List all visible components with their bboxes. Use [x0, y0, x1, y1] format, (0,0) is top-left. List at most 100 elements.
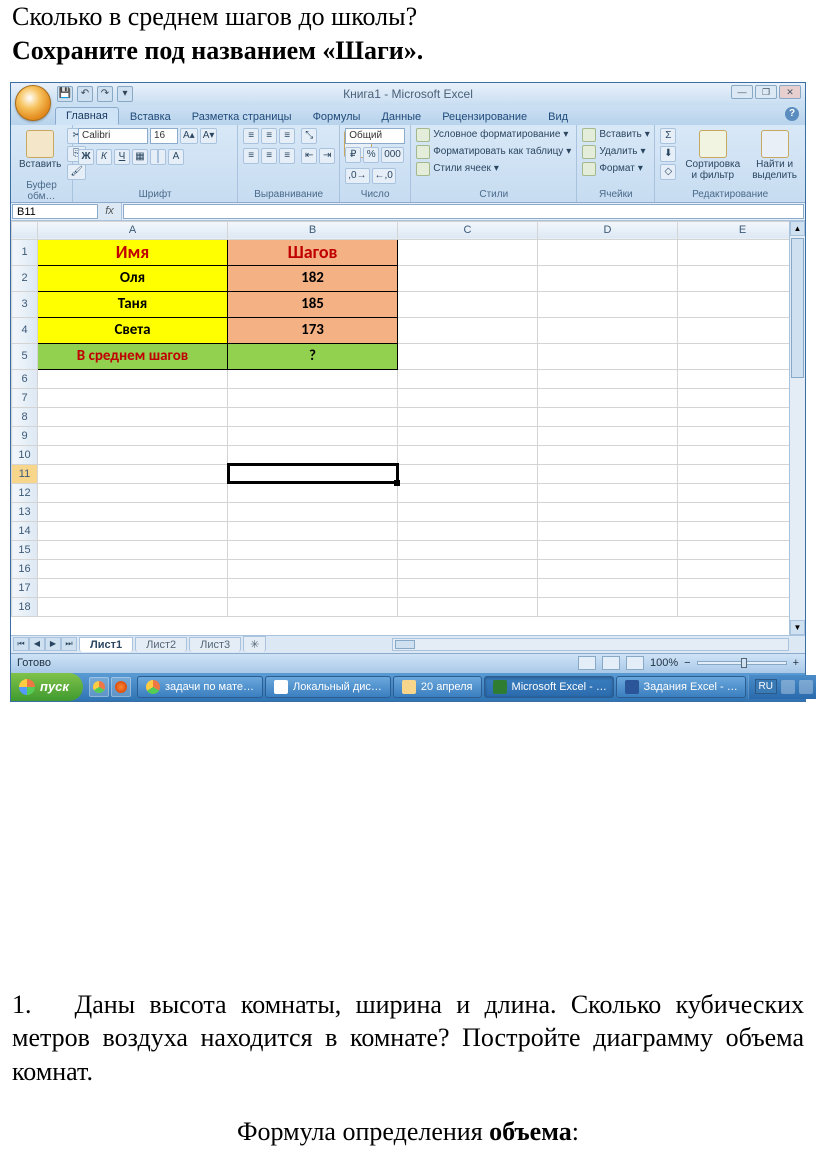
grow-font-button[interactable]: A▴ — [180, 128, 198, 144]
row-header-18[interactable]: 18 — [12, 597, 38, 616]
cell-E2[interactable] — [678, 265, 806, 291]
cell-D11[interactable] — [538, 464, 678, 483]
row-header-8[interactable]: 8 — [12, 407, 38, 426]
align-top-button[interactable]: ≡ — [243, 128, 259, 144]
save-icon[interactable]: 💾 — [57, 86, 73, 102]
start-button[interactable]: пуск — [11, 673, 83, 701]
cell-A12[interactable] — [38, 483, 228, 502]
cell-C17[interactable] — [398, 578, 538, 597]
cell-D10[interactable] — [538, 445, 678, 464]
view-normal-button[interactable] — [578, 656, 596, 670]
cell-E4[interactable] — [678, 317, 806, 343]
indent-inc-button[interactable]: ⇥ — [319, 148, 335, 164]
cell-B13[interactable] — [228, 502, 398, 521]
cell-A8[interactable] — [38, 407, 228, 426]
cell-E16[interactable] — [678, 559, 806, 578]
qat-more-icon[interactable]: ▾ — [117, 86, 133, 102]
cell-E8[interactable] — [678, 407, 806, 426]
cell-A3[interactable]: Таня — [38, 291, 228, 317]
tab-review[interactable]: Рецензирование — [432, 109, 537, 125]
cell-D1[interactable] — [538, 239, 678, 265]
tab-insert[interactable]: Вставка — [120, 109, 181, 125]
cell-A13[interactable] — [38, 502, 228, 521]
scroll-up-icon[interactable]: ▲ — [790, 221, 805, 236]
row-header-9[interactable]: 9 — [12, 426, 38, 445]
cell-D14[interactable] — [538, 521, 678, 540]
cell-A6[interactable] — [38, 369, 228, 388]
hscroll-thumb[interactable] — [395, 640, 415, 649]
taskbar-task[interactable]: 20 апреля — [393, 676, 482, 698]
cell-C4[interactable] — [398, 317, 538, 343]
thousands-button[interactable]: 000 — [381, 147, 404, 163]
cell-D4[interactable] — [538, 317, 678, 343]
view-pagelayout-button[interactable] — [602, 656, 620, 670]
underline-button[interactable]: Ч — [114, 149, 130, 165]
new-sheet-button[interactable]: ✳ — [243, 636, 266, 652]
horizontal-scrollbar[interactable] — [392, 638, 789, 651]
cell-D16[interactable] — [538, 559, 678, 578]
clear-button[interactable]: ◇ — [660, 164, 676, 180]
fx-icon[interactable]: fx — [98, 203, 122, 220]
bold-button[interactable]: Ж — [78, 149, 94, 165]
cell-B12[interactable] — [228, 483, 398, 502]
cell-D13[interactable] — [538, 502, 678, 521]
inc-decimal-button[interactable]: ,0→ — [345, 168, 369, 184]
sheet-prev-button[interactable]: ◀ — [29, 637, 45, 651]
cell-E1[interactable] — [678, 239, 806, 265]
redo-icon[interactable]: ↷ — [97, 86, 113, 102]
view-pagebreak-button[interactable] — [626, 656, 644, 670]
tab-view[interactable]: Вид — [538, 109, 578, 125]
cell-A10[interactable] — [38, 445, 228, 464]
align-left-button[interactable]: ≡ — [243, 148, 259, 164]
paste-button[interactable]: Вставить — [16, 128, 64, 172]
cell-D17[interactable] — [538, 578, 678, 597]
cell-C6[interactable] — [398, 369, 538, 388]
row-header-14[interactable]: 14 — [12, 521, 38, 540]
find-select-button[interactable]: Найти и выделить — [749, 128, 800, 183]
cell-C5[interactable] — [398, 343, 538, 369]
cell-C8[interactable] — [398, 407, 538, 426]
cell-B4[interactable]: 173 — [228, 317, 398, 343]
col-header-C[interactable]: C — [398, 221, 538, 239]
sheet-tab-2[interactable]: Лист2 — [135, 637, 187, 652]
cell-D12[interactable] — [538, 483, 678, 502]
cell-E7[interactable] — [678, 388, 806, 407]
row-header-10[interactable]: 10 — [12, 445, 38, 464]
taskbar-task[interactable]: Задания Excel - … — [616, 676, 746, 698]
sheet-tab-1[interactable]: Лист1 — [79, 637, 133, 652]
cell-A18[interactable] — [38, 597, 228, 616]
cell-C11[interactable] — [398, 464, 538, 483]
cell-B2[interactable]: 182 — [228, 265, 398, 291]
formula-input[interactable] — [123, 204, 804, 219]
percent-button[interactable]: % — [363, 147, 379, 163]
currency-button[interactable]: ₽ — [345, 147, 361, 163]
sheet-next-button[interactable]: ▶ — [45, 637, 61, 651]
delete-cells-button[interactable]: Удалить ▾ — [582, 145, 645, 159]
cell-B14[interactable] — [228, 521, 398, 540]
grid[interactable]: ABCDE1ИмяШагов2Оля1823Таня1854Света1735В… — [11, 221, 805, 635]
cell-C3[interactable] — [398, 291, 538, 317]
cell-E3[interactable] — [678, 291, 806, 317]
cell-C12[interactable] — [398, 483, 538, 502]
taskbar-task[interactable]: Microsoft Excel - … — [484, 676, 614, 698]
ql-firefox-icon[interactable] — [111, 677, 131, 697]
cell-A7[interactable] — [38, 388, 228, 407]
cell-A17[interactable] — [38, 578, 228, 597]
row-header-4[interactable]: 4 — [12, 317, 38, 343]
cell-B18[interactable] — [228, 597, 398, 616]
col-header-D[interactable]: D — [538, 221, 678, 239]
cell-E15[interactable] — [678, 540, 806, 559]
row-header-7[interactable]: 7 — [12, 388, 38, 407]
cell-C7[interactable] — [398, 388, 538, 407]
sheet-first-button[interactable]: ⏮ — [13, 637, 29, 651]
fill-color-button[interactable] — [150, 149, 166, 165]
align-right-button[interactable]: ≡ — [279, 148, 295, 164]
cell-B7[interactable] — [228, 388, 398, 407]
col-header-E[interactable]: E — [678, 221, 806, 239]
row-header-15[interactable]: 15 — [12, 540, 38, 559]
dec-decimal-button[interactable]: ←,0 — [372, 168, 396, 184]
insert-cells-button[interactable]: Вставить ▾ — [582, 128, 649, 142]
row-header-2[interactable]: 2 — [12, 265, 38, 291]
cell-C10[interactable] — [398, 445, 538, 464]
taskbar-task[interactable]: Локальный дис… — [265, 676, 391, 698]
